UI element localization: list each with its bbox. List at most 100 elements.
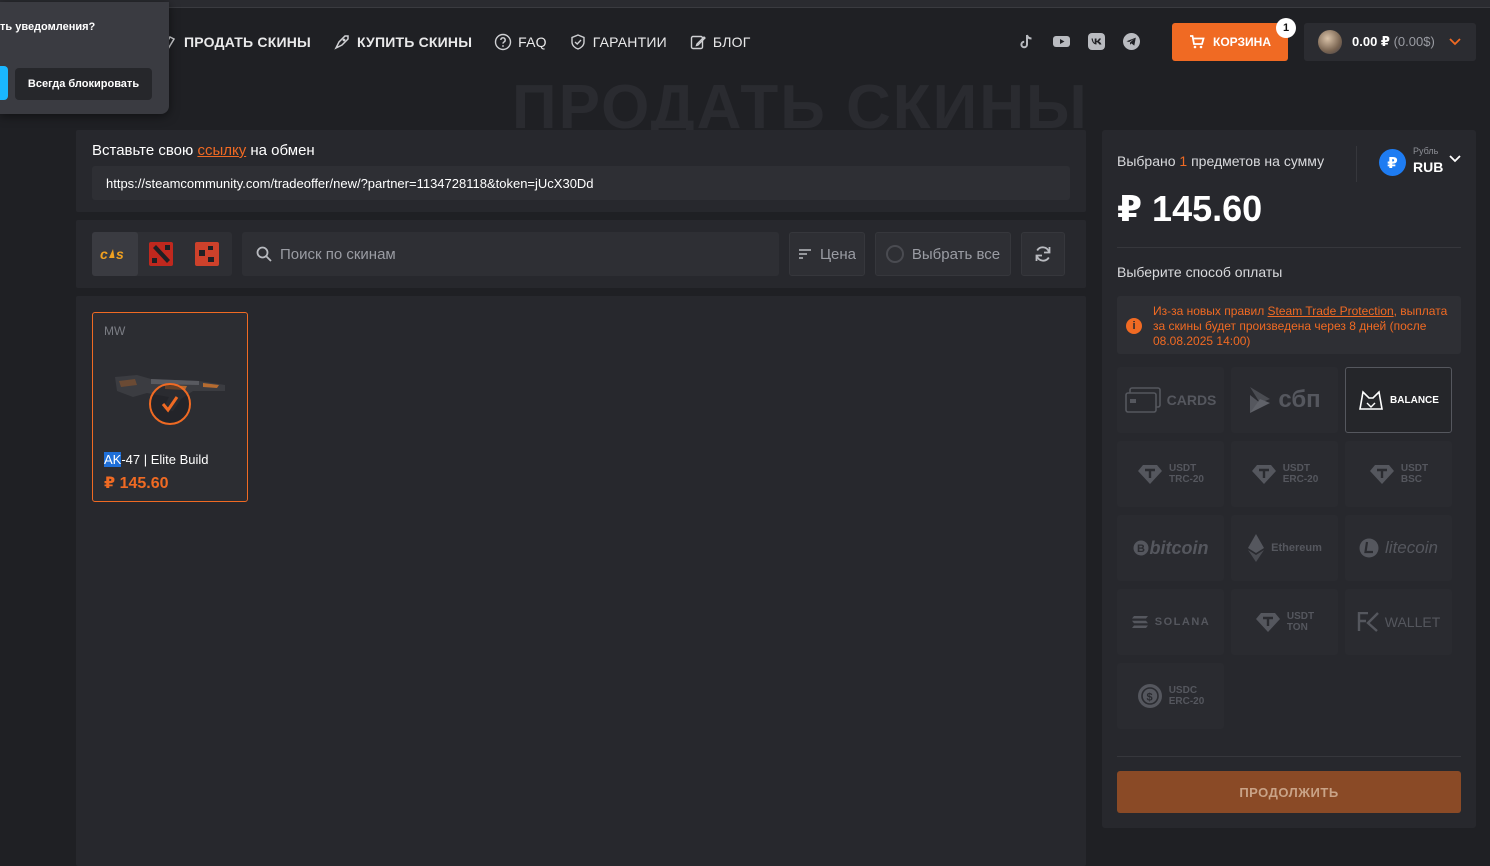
fox-logo-icon — [1359, 390, 1384, 410]
pay-balance[interactable]: BALANCE — [1345, 367, 1452, 433]
game-dota2[interactable] — [138, 232, 184, 276]
refresh-button[interactable] — [1021, 232, 1065, 276]
pay-litecoin[interactable]: litecoin — [1345, 515, 1452, 581]
youtube-icon[interactable] — [1052, 32, 1071, 51]
cs2-logo-icon: cs — [100, 246, 124, 262]
user-balance-dropdown[interactable]: 0.00 ₽ (0.00$) — [1304, 23, 1476, 61]
avatar — [1318, 30, 1342, 54]
ruble-coin-icon[interactable]: ₽ — [1379, 149, 1406, 176]
cart-icon — [1190, 35, 1205, 49]
inventory-item[interactable]: MW AK-47 | Elite Build ₽ 145.60 — [92, 312, 248, 502]
nav-faq[interactable]: FAQ — [494, 33, 547, 51]
nav-sell-label: ПРОДАТЬ СКИНЫ — [184, 34, 311, 50]
warning-before: Из-за новых правил — [1153, 304, 1265, 318]
bitcoin-icon: B — [1133, 540, 1148, 556]
pay-usdt-erc20[interactable]: USDT ERC-20 — [1231, 441, 1338, 507]
search-icon — [256, 246, 272, 262]
pay-usdt-ton[interactable]: USDT TON — [1231, 589, 1338, 655]
payment-method-label: Выберите способ оплаты — [1117, 264, 1283, 280]
nav-faq-label: FAQ — [518, 34, 547, 50]
shield-icon — [571, 34, 585, 50]
card-icon — [1124, 387, 1161, 413]
pay-usdt-trc20-line2: TRC-20 — [1168, 474, 1204, 485]
pay-solana[interactable]: SOLANA — [1117, 589, 1224, 655]
telegram-icon[interactable] — [1122, 32, 1141, 51]
select-all-label: Выбрать все — [911, 245, 1001, 263]
svg-text:s: s — [116, 246, 124, 262]
pay-ethereum[interactable]: Ethereum — [1231, 515, 1338, 581]
checkout-sidebar: Выбрано 1 предметов на сумму ₽ Рубль RUB… — [1102, 130, 1476, 828]
cart-button[interactable]: КОРЗИНА — [1172, 23, 1288, 61]
select-all-button[interactable]: Выбрать все — [875, 232, 1011, 276]
nav-sell[interactable]: ПРОДАТЬ СКИНЫ — [160, 33, 311, 51]
selected-summary: Выбрано 1 предметов на сумму — [1117, 153, 1324, 169]
game-rust[interactable] — [184, 232, 230, 276]
svg-text:B: B — [1137, 543, 1145, 555]
currency-name: Рубль — [1413, 146, 1439, 156]
refresh-icon — [1035, 246, 1051, 262]
trade-url-input[interactable]: https://steamcommunity.com/tradeoffer/ne… — [92, 166, 1070, 200]
pay-bitcoin[interactable]: B bitcoin — [1117, 515, 1224, 581]
question-icon — [494, 33, 512, 51]
pay-usdt-bsc[interactable]: USDT BSC — [1345, 441, 1452, 507]
pay-bitcoin-label: bitcoin — [1149, 537, 1209, 558]
tether-icon — [1369, 465, 1394, 484]
selected-before: Выбрано — [1117, 153, 1176, 169]
pay-usdt-bsc-line1: USDT — [1400, 463, 1429, 474]
game-cs2[interactable]: cs — [92, 232, 138, 276]
chevron-down-icon[interactable] — [1449, 155, 1461, 163]
divider — [1117, 756, 1461, 757]
pay-usdc-line1: USDC — [1168, 685, 1198, 696]
svg-text:c: c — [100, 246, 108, 262]
social-links — [1017, 32, 1141, 51]
sort-price-button[interactable]: Цена — [789, 232, 865, 276]
rocket-icon — [334, 35, 349, 50]
item-selected-check — [149, 383, 191, 425]
nav-buy[interactable]: КУПИТЬ СКИНЫ — [333, 33, 472, 51]
selected-count: 1 — [1179, 153, 1188, 169]
pay-usdt-erc20-line2: ERC-20 — [1282, 474, 1319, 485]
search-placeholder: Поиск по скинам — [280, 245, 396, 263]
skin-search-input[interactable]: Поиск по скинам — [242, 232, 779, 276]
pay-sbp[interactable]: сбп — [1231, 367, 1338, 433]
pay-ethereum-label: Ethereum — [1271, 542, 1322, 554]
tiktok-icon[interactable] — [1017, 32, 1036, 51]
main-nav: ПРОДАТЬ СКИНЫ КУПИТЬ СКИНЫ FAQ ГАРАНТИИ … — [160, 30, 751, 54]
pay-usdc-erc20[interactable]: $ USDC ERC-20 — [1117, 663, 1224, 729]
pay-usdc-line2: ERC-20 — [1168, 696, 1205, 707]
pay-cards-label: CARDS — [1166, 392, 1217, 408]
window-top-strip — [0, 0, 1490, 8]
nav-guarantees[interactable]: ГАРАНТИИ — [569, 33, 667, 51]
ethereum-icon — [1248, 534, 1265, 562]
pay-usdt-trc20-line1: USDT — [1168, 463, 1197, 474]
balance-rub: 0.00 ₽ — [1352, 34, 1390, 49]
pay-usdt-trc20[interactable]: USDT TRC-20 — [1117, 441, 1224, 507]
pay-usdt-erc20-line1: USDT — [1282, 463, 1310, 474]
continue-button[interactable]: ПРОДОЛЖИТЬ — [1117, 771, 1461, 813]
tether-icon — [1137, 465, 1162, 484]
item-name-rest: -47 | Elite Build — [121, 452, 209, 467]
always-block-button[interactable]: Всегда блокировать — [15, 68, 152, 100]
cart-count-badge: 1 — [1276, 18, 1296, 38]
rust-logo-icon — [195, 242, 219, 266]
trade-link-anchor[interactable]: ссылку — [197, 142, 246, 159]
usdc-icon: $ — [1137, 684, 1162, 708]
nav-blog[interactable]: БЛОГ — [689, 33, 751, 51]
nav-buy-label: КУПИТЬ СКИНЫ — [356, 34, 473, 50]
pay-fkwallet[interactable]: WALLET — [1345, 589, 1452, 655]
pay-cards[interactable]: CARDS — [1117, 367, 1224, 433]
warning-link[interactable]: Steam Trade Protection — [1268, 304, 1394, 318]
currency-code[interactable]: RUB — [1413, 159, 1443, 175]
trade-protection-warning: i Из-за новых правил Steam Trade Protect… — [1117, 296, 1461, 354]
divider — [1117, 247, 1461, 248]
filter-bar: cs Поиск по скинам Цена Выбрать все — [76, 220, 1086, 288]
allow-notifications-button[interactable] — [0, 66, 8, 100]
nav-blog-label: БЛОГ — [712, 34, 751, 50]
trade-link-label: Вставьте свою ссылку на обмен — [92, 142, 315, 159]
notification-permission-popup: ть уведомления? Всегда блокировать — [0, 2, 169, 114]
pay-sbp-label: сбп — [1278, 386, 1321, 413]
trade-link-panel: Вставьте свою ссылку на обмен https://st… — [76, 130, 1086, 212]
vk-icon[interactable] — [1087, 32, 1106, 51]
item-price: ₽ 145.60 — [104, 475, 169, 492]
pay-solana-label: SOLANA — [1154, 616, 1211, 628]
